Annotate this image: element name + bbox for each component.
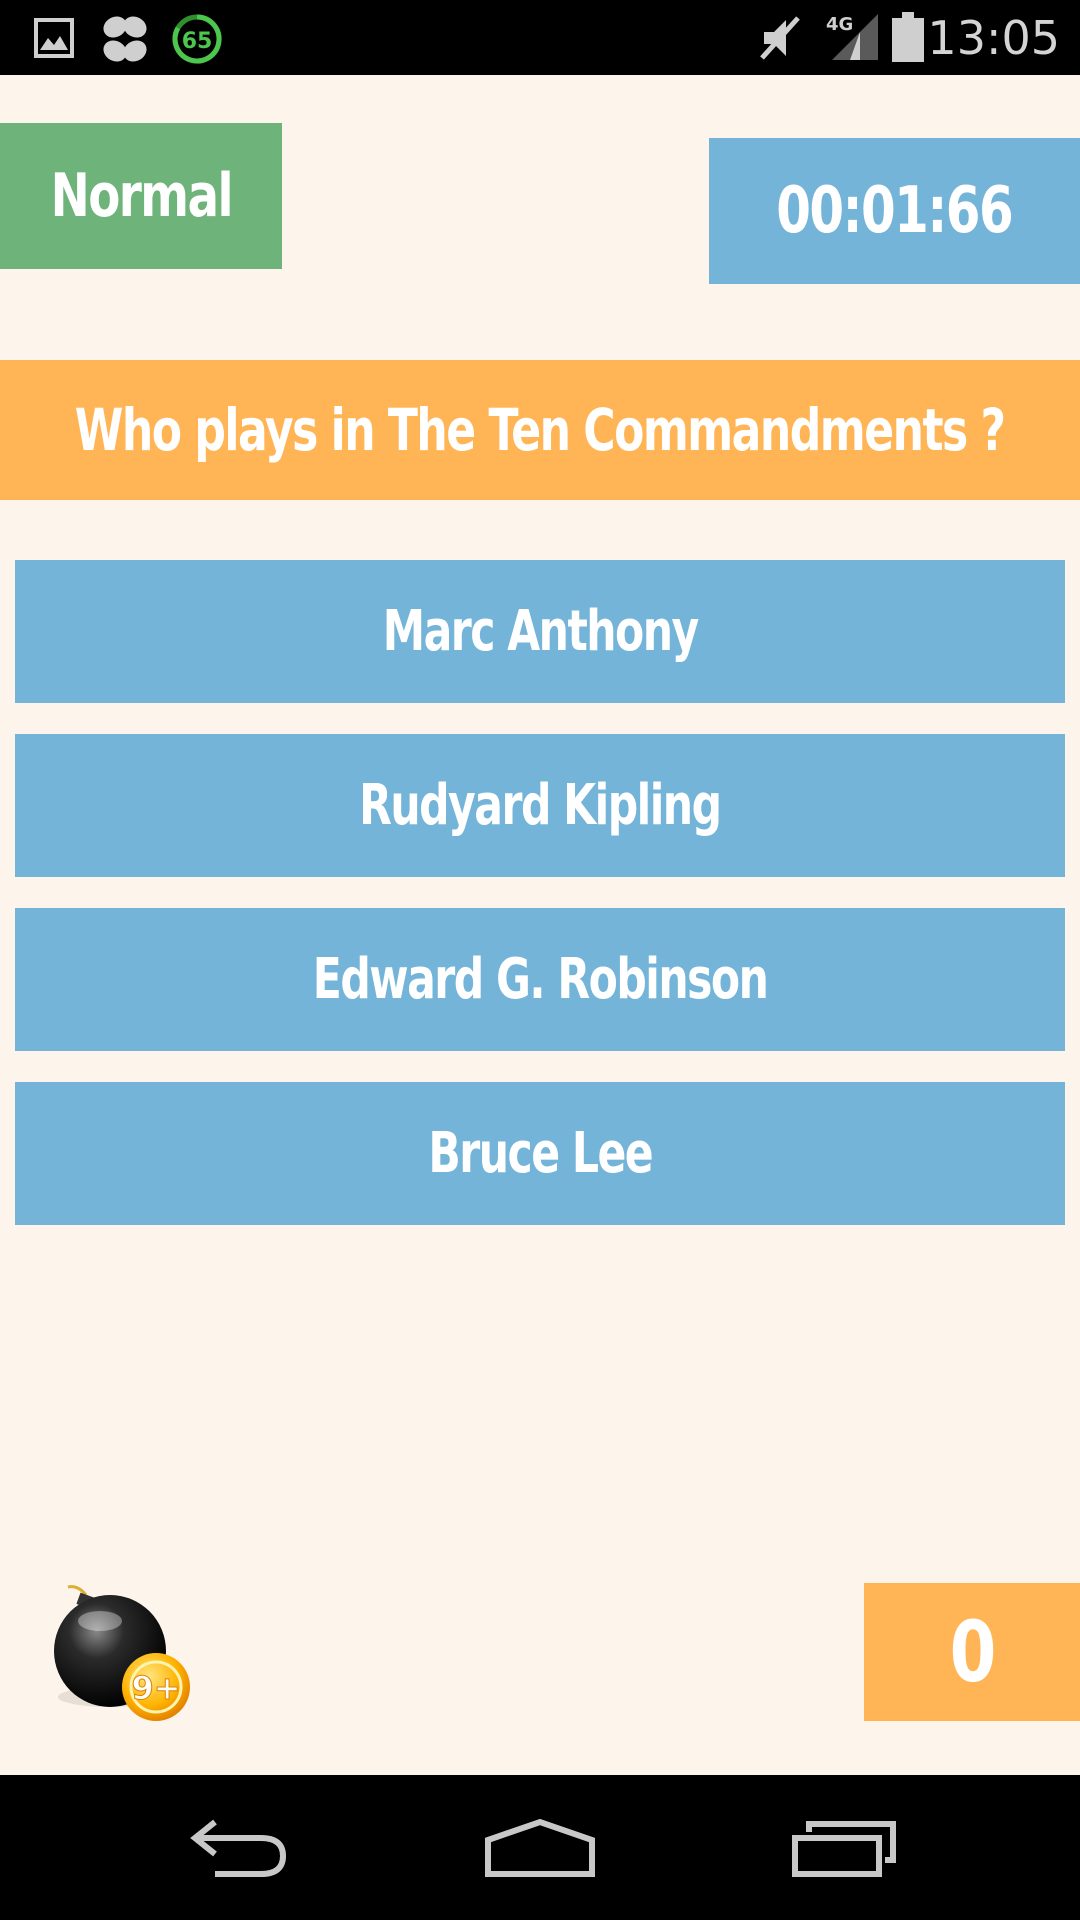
answer-button-1[interactable]: Marc Anthony: [15, 560, 1065, 703]
answer-label: Marc Anthony: [382, 599, 699, 664]
quiz-screen: Normal 00:01:66 Who plays in The Ten Com…: [0, 75, 1080, 1775]
gallery-icon: [34, 18, 74, 58]
back-icon: [190, 1819, 287, 1877]
answer-button-2[interactable]: Rudyard Kipling: [15, 734, 1065, 877]
svg-text:65: 65: [182, 29, 213, 54]
answer-button-4[interactable]: Bruce Lee: [15, 1082, 1065, 1225]
fan-icon: [103, 16, 147, 62]
answer-label: Rudyard Kipling: [359, 773, 722, 838]
question-text: Who plays in The Ten Commandments ?: [75, 396, 1006, 464]
difficulty-mode-label: Normal: [50, 161, 233, 231]
battery-icon: [892, 12, 924, 62]
bomb-count-badge: 9+: [131, 1669, 180, 1707]
answer-button-3[interactable]: Edward G. Robinson: [15, 908, 1065, 1051]
battery-saver-icon: 65: [172, 14, 222, 64]
timer-value: 00:01:66: [776, 174, 1014, 248]
clock: 13:05: [927, 11, 1060, 65]
bomb-powerup-icon[interactable]: 9+: [48, 1585, 198, 1735]
home-button[interactable]: [440, 1775, 640, 1920]
question-bar: Who plays in The Ten Commandments ?: [0, 360, 1080, 500]
recents-button[interactable]: [745, 1775, 945, 1920]
score-value: 0: [949, 1603, 996, 1701]
mute-icon: [760, 16, 800, 60]
difficulty-mode-badge: Normal: [0, 123, 282, 269]
recents-icon: [792, 1820, 896, 1877]
navigation-bar: [0, 1775, 1080, 1920]
status-bar: 65 4G 13:05: [0, 0, 1080, 75]
answer-label: Edward G. Robinson: [312, 947, 769, 1012]
home-icon: [485, 1818, 595, 1877]
back-button[interactable]: [140, 1775, 340, 1920]
svg-text:4G: 4G: [826, 14, 853, 35]
timer-box: 00:01:66: [709, 138, 1080, 284]
score-box: 0: [864, 1583, 1080, 1721]
answer-label: Bruce Lee: [428, 1121, 653, 1186]
signal-icon: 4G: [826, 14, 878, 60]
